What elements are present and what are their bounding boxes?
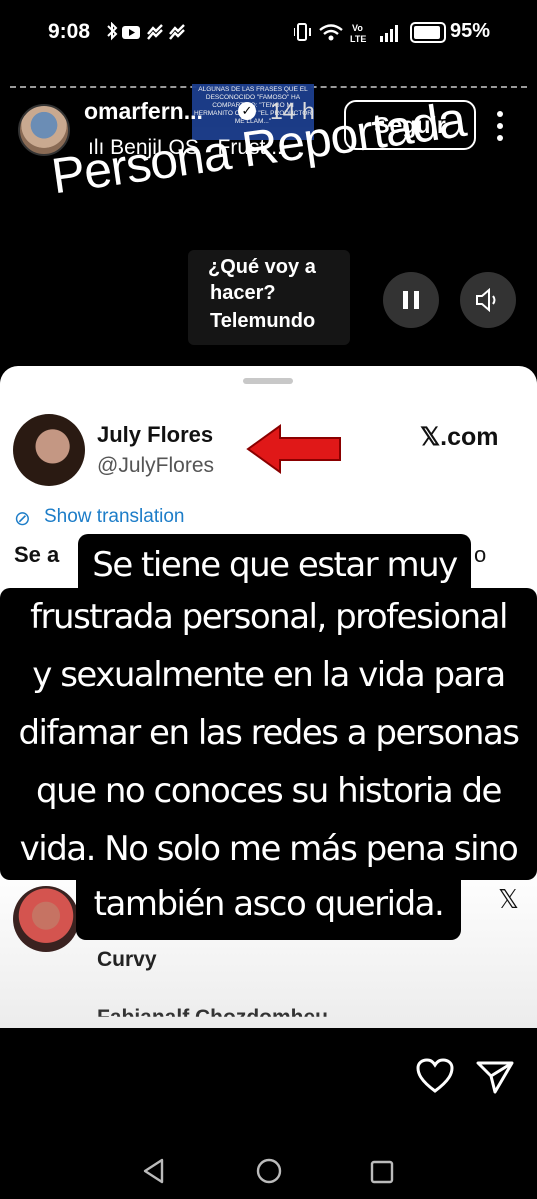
bluetooth-youtube-icons (107, 21, 185, 41)
card-grabber (243, 378, 293, 384)
status-bar: 9:08 Vo LTE 95% (0, 0, 537, 64)
tweet-text-partial-end: o (474, 542, 487, 567)
overlay-line-2: frustrada personal, profesional (30, 597, 508, 637)
volume-button[interactable] (460, 272, 516, 328)
overlay-line-1: Se tiene que estar muy (92, 545, 458, 585)
caption-line-2: hacer? (210, 282, 276, 304)
battery-icon (410, 22, 446, 43)
pause-icon (403, 291, 419, 309)
second-tweet-name: Curvy (97, 948, 157, 971)
x-logo-icon: 𝕏 (498, 884, 519, 914)
caption-line-1: ¿Qué voy a (208, 256, 316, 278)
tweet-author-avatar (13, 414, 85, 486)
overlay-line-5: que no conoces su historia de (36, 771, 502, 811)
like-heart-icon[interactable] (416, 1058, 454, 1099)
signal-wifi-icons: Vo LTE (293, 23, 398, 44)
overlay-text-body: frustrada personal, profesional y sexual… (0, 588, 537, 880)
nav-recents-icon[interactable] (370, 1160, 394, 1189)
battery-percent: 95% (450, 20, 491, 42)
translate-icon: ⊘ (14, 508, 31, 530)
overlay-line-3: y sexualmente en la vida para (32, 655, 506, 695)
send-icon[interactable] (476, 1060, 514, 1099)
verified-badge-icon: ✓ (238, 102, 256, 120)
red-arrow-icon (246, 424, 342, 479)
svg-text:LTE: LTE (350, 34, 366, 44)
nav-back-icon[interactable] (142, 1158, 166, 1189)
volume-icon (476, 288, 496, 312)
caption-line-3: Telemundo (210, 310, 316, 332)
tweet-author-handle: @JulyFlores (97, 454, 215, 477)
show-translation-link[interactable]: Show translation (44, 506, 184, 528)
pause-button[interactable] (383, 272, 439, 328)
tweet-author-name: July Flores (97, 422, 214, 447)
clock: 9:08 (48, 20, 91, 43)
system-icons: Vo LTE (293, 22, 406, 49)
nav-home-icon[interactable] (256, 1158, 282, 1189)
second-tweet-avatar (13, 886, 79, 952)
notification-icons (104, 21, 224, 47)
overlay-line-7: también asco querida. (93, 884, 445, 924)
svg-text:Vo: Vo (352, 23, 363, 33)
overlay-line-6: vida. No solo me más pena sino (19, 829, 519, 869)
overlay-text-top: Se tiene que estar muy (78, 534, 471, 594)
overlay-text-bottom: también asco querida. (76, 874, 461, 940)
video-caption-box: ¿Qué voy a hacer? Telemundo (188, 250, 350, 345)
story-username[interactable]: omarfern... (84, 98, 203, 125)
tweet-text-partial: Se a (14, 542, 60, 567)
tweet-source: 𝕏.com (420, 423, 499, 451)
overlay-line-4: difamar en las redes a personas (18, 713, 520, 753)
